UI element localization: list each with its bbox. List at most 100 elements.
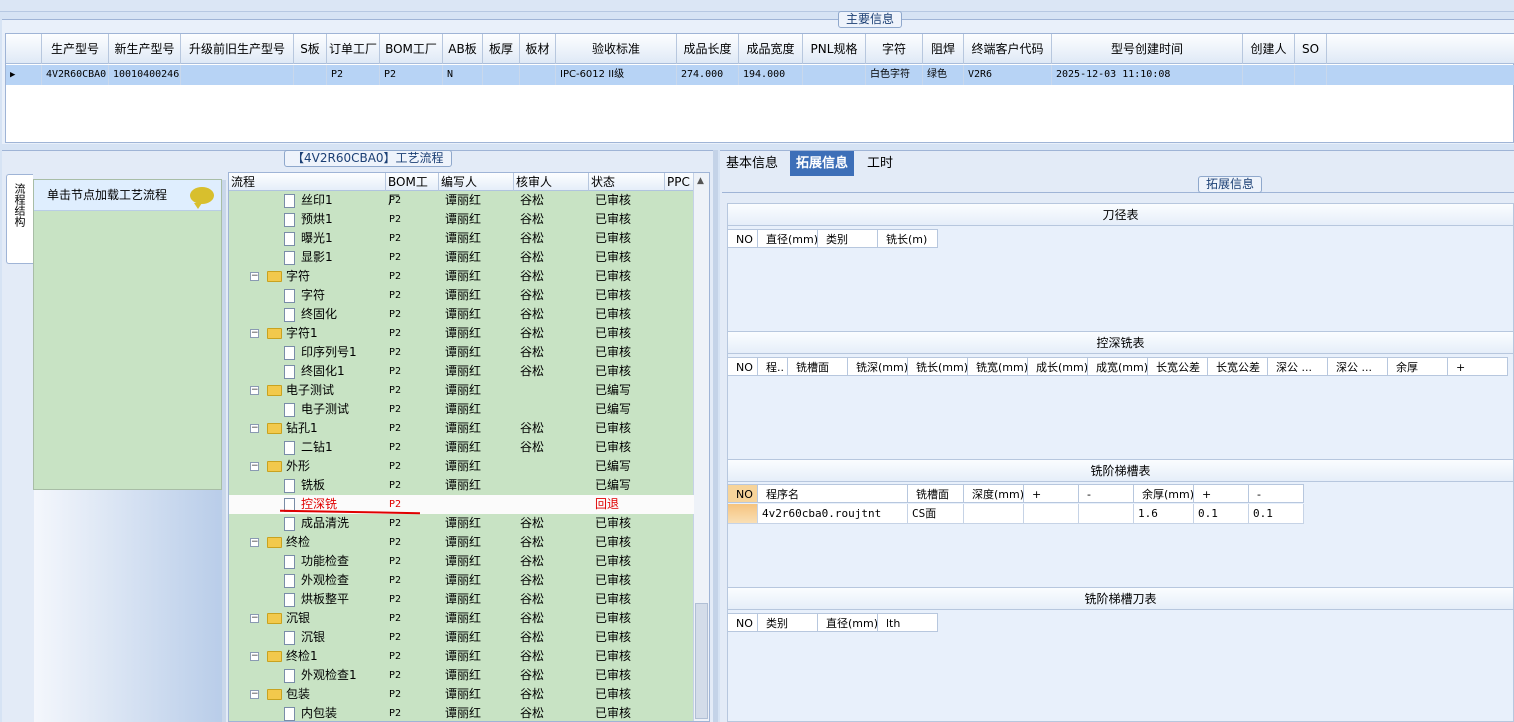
main-cell[interactable]: 4V2R60CBA0 (42, 65, 109, 85)
collapse-icon[interactable]: − (250, 690, 259, 699)
main-col-header[interactable]: 板材 (520, 34, 556, 64)
ext-col-header[interactable]: 直径(mm) (758, 229, 818, 248)
tab-work-hours[interactable]: 工时 (861, 151, 899, 176)
center-splitter[interactable] (713, 150, 718, 722)
tree-row[interactable]: 终固化1 P2 谭丽红 谷松 已审核 (229, 362, 694, 381)
step-groove-cell[interactable]: 1.6 (1134, 504, 1194, 524)
tree-scroll-thumb[interactable] (695, 603, 708, 719)
tree-row[interactable]: 字符 P2 谭丽红 谷松 已审核 (229, 286, 694, 305)
main-col-header[interactable]: 终端客户代码 (964, 34, 1052, 64)
main-col-header[interactable]: 验收标准 (556, 34, 677, 64)
tree-row[interactable]: 预烘1 P2 谭丽红 谷松 已审核 (229, 210, 694, 229)
tree-row[interactable]: 外观检查1 P2 谭丽红 谷松 已审核 (229, 666, 694, 685)
ext-col-header[interactable]: 成宽(mm) (1088, 357, 1148, 376)
collapse-icon[interactable]: − (250, 272, 259, 281)
main-info-data-row[interactable]: ▶ 4V2R60CBA010010400246543P2P2NIPC-6012 … (6, 65, 1514, 85)
ext-col-header[interactable]: 铣槽面 (788, 357, 848, 376)
tree-col-header[interactable]: PPC (665, 173, 695, 191)
main-col-header[interactable]: S板 (294, 34, 327, 64)
ext-col-header[interactable]: 程序名 (758, 484, 908, 503)
tree-row[interactable]: 沉银 P2 谭丽红 谷松 已审核 (229, 628, 694, 647)
ext-col-header[interactable]: - (1079, 484, 1134, 503)
collapse-icon[interactable]: − (250, 462, 259, 471)
collapse-icon[interactable]: − (250, 329, 259, 338)
ext-col-header[interactable]: NO (728, 613, 758, 632)
main-col-header[interactable]: 阻焊 (923, 34, 964, 64)
main-cell[interactable]: N (443, 65, 483, 85)
tree-row[interactable]: 成品清洗 P2 谭丽红 谷松 已审核 (229, 514, 694, 533)
node-area[interactable] (33, 179, 222, 490)
main-cell[interactable]: V2R6 (964, 65, 1052, 85)
ext-col-header[interactable]: lth (878, 613, 938, 632)
collapse-icon[interactable]: − (250, 424, 259, 433)
tab-basic-info[interactable]: 基本信息 (720, 151, 784, 176)
main-col-header[interactable]: 创建人 (1243, 34, 1295, 64)
collapse-icon[interactable]: − (250, 538, 259, 547)
tree-row[interactable]: − 字符1 P2 谭丽红 谷松 已审核 (229, 324, 694, 343)
tree-row[interactable]: − 钻孔1 P2 谭丽红 谷松 已审核 (229, 419, 694, 438)
step-groove-cell[interactable]: 0.1 (1249, 504, 1304, 524)
main-cell[interactable] (520, 65, 556, 85)
main-col-header[interactable]: 成品长度 (677, 34, 739, 64)
tree-row[interactable]: 功能检查 P2 谭丽红 谷松 已审核 (229, 552, 694, 571)
main-cell[interactable]: 白色字符 (866, 65, 923, 85)
main-cell[interactable] (181, 65, 294, 85)
ext-col-header[interactable]: - (1249, 484, 1304, 503)
tree-row[interactable]: 铣板 P2 谭丽红 已编写 (229, 476, 694, 495)
collapse-icon[interactable]: − (250, 652, 259, 661)
tree-row[interactable]: − 电子测试 P2 谭丽红 已编写 (229, 381, 694, 400)
main-col-header[interactable]: BOM工厂 (380, 34, 443, 64)
main-col-header[interactable]: 成品宽度 (739, 34, 803, 64)
ext-col-header[interactable]: + (1448, 357, 1508, 376)
tree-row[interactable]: 终固化 P2 谭丽红 谷松 已审核 (229, 305, 694, 324)
tree-vertical-scrollbar[interactable]: ▲ (693, 173, 709, 721)
step-groove-cell[interactable] (964, 504, 1024, 524)
ext-col-header[interactable]: 铣长(m) (878, 229, 938, 248)
tree-row[interactable]: − 终检 P2 谭丽红 谷松 已审核 (229, 533, 694, 552)
main-col-header[interactable]: 新生产型号 (109, 34, 181, 64)
tree-row[interactable]: 内包装 P2 谭丽红 谷松 已审核 (229, 704, 694, 721)
tree-row[interactable]: 二钻1 P2 谭丽红 谷松 已审核 (229, 438, 694, 457)
tree-row[interactable]: 丝印1 P2 谭丽红 谷松 已审核 (229, 191, 694, 210)
scroll-up-icon[interactable]: ▲ (697, 176, 704, 186)
main-cell[interactable]: 274.000 (677, 65, 739, 85)
main-cell[interactable]: 10010400246543 (109, 65, 181, 85)
step-groove-cell[interactable] (728, 504, 758, 524)
step-groove-cell[interactable]: 4v2r60cba0.roujtnt (758, 504, 908, 524)
ext-col-header[interactable]: 类别 (758, 613, 818, 632)
tree-row[interactable]: 烘板整平 P2 谭丽红 谷松 已审核 (229, 590, 694, 609)
ext-col-header[interactable]: 余厚(mm) (1134, 484, 1194, 503)
ext-col-header[interactable]: 深度(mm) (964, 484, 1024, 503)
tree-row[interactable]: − 沉银 P2 谭丽红 谷松 已审核 (229, 609, 694, 628)
main-cell[interactable]: P2 (380, 65, 443, 85)
ext-col-header[interactable]: 直径(mm) (818, 613, 878, 632)
ext-col-header[interactable]: 铣长(mm) (908, 357, 968, 376)
tree-row[interactable]: − 字符 P2 谭丽红 谷松 已审核 (229, 267, 694, 286)
left-splitter[interactable] (222, 180, 226, 722)
ext-col-header[interactable]: 深公 ... (1268, 357, 1328, 376)
main-col-header[interactable]: 型号创建时间 (1052, 34, 1243, 64)
main-cell[interactable]: 2025-12-03 11:10:08 (1052, 65, 1243, 85)
main-col-header[interactable]: 字符 (866, 34, 923, 64)
main-cell[interactable] (294, 65, 327, 85)
step-groove-cell[interactable]: 0.1 (1194, 504, 1249, 524)
flow-structure-side-tab[interactable]: 流程结构 (6, 174, 33, 264)
step-groove-cell[interactable] (1079, 504, 1134, 524)
ext-col-header[interactable]: 长宽公差 (1148, 357, 1208, 376)
tree-col-header[interactable]: BOM工厂 (386, 173, 439, 207)
ext-col-header[interactable]: NO (728, 357, 758, 376)
step-groove-cell[interactable]: CS面 (908, 504, 964, 524)
main-cell[interactable] (1243, 65, 1295, 85)
row-selector-header[interactable] (6, 34, 42, 64)
tree-row[interactable]: 电子测试 P2 谭丽红 已编写 (229, 400, 694, 419)
ext-col-header[interactable]: 铣槽面 (908, 484, 964, 503)
ext-col-header[interactable]: 铣宽(mm) (968, 357, 1028, 376)
tree-col-header[interactable]: 编写人 (439, 173, 514, 191)
main-col-header[interactable]: AB板 (443, 34, 483, 64)
ext-col-header[interactable]: 长宽公差 (1208, 357, 1268, 376)
main-cell[interactable] (803, 65, 866, 85)
tree-row[interactable]: − 终检1 P2 谭丽红 谷松 已审核 (229, 647, 694, 666)
ext-col-header[interactable]: 程.. (758, 357, 788, 376)
main-cell[interactable]: P2 (327, 65, 380, 85)
ext-col-header[interactable]: NO (728, 229, 758, 248)
